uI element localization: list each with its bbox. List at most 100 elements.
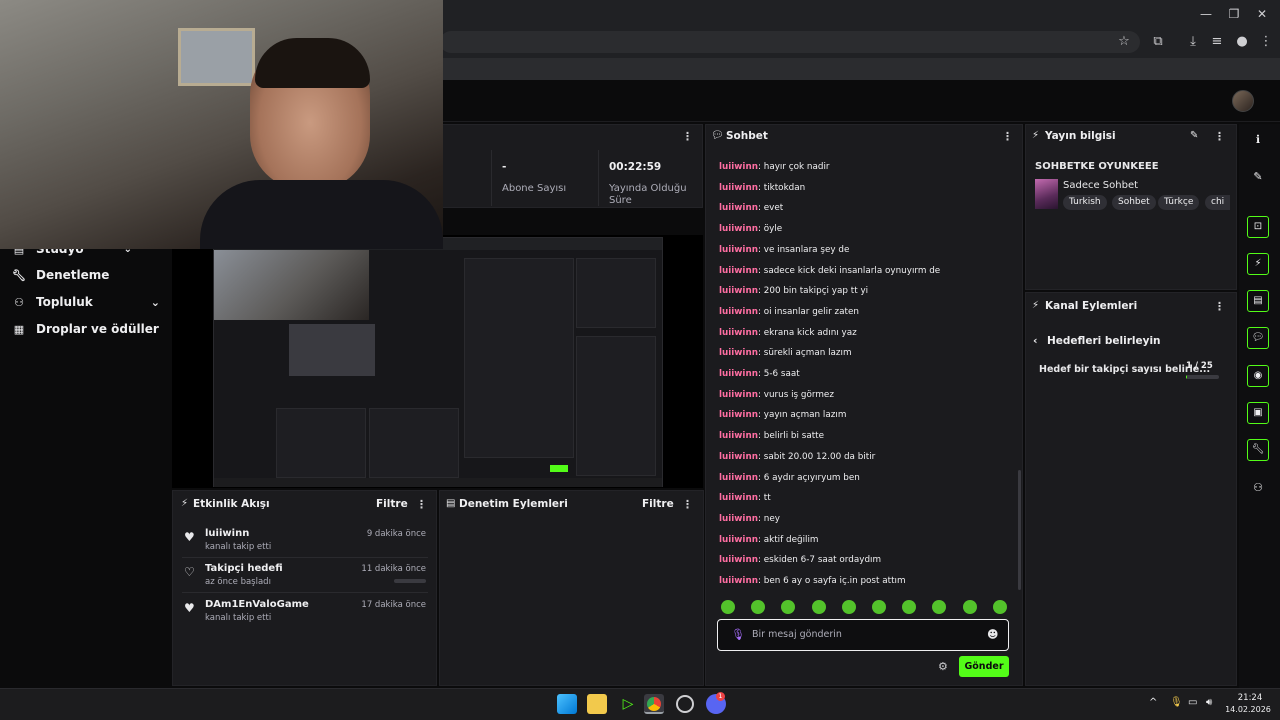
windows-start-icon[interactable] bbox=[557, 694, 577, 714]
chat-username[interactable]: luiiwinn bbox=[719, 286, 758, 296]
stream-tag[interactable]: Sohbet bbox=[1112, 195, 1156, 210]
chat-username[interactable]: luiiwinn bbox=[719, 328, 758, 338]
stats-menu-icon[interactable]: ⋮ bbox=[682, 130, 693, 143]
send-button[interactable]: Gönder bbox=[959, 656, 1009, 677]
chat-message: luiiwinn: tiktokdan bbox=[719, 183, 805, 193]
activity-filter-button[interactable]: Filtre bbox=[376, 498, 408, 510]
chat-username[interactable]: luiiwinn bbox=[719, 307, 758, 317]
chat-text: oi insanlar gelir zaten bbox=[763, 306, 859, 317]
nav-item-community[interactable]: ⚇ Topluluk ⌄ bbox=[12, 291, 160, 313]
chat-username[interactable]: luiiwinn bbox=[719, 535, 758, 545]
volume-icon[interactable]: 🔊︎ bbox=[1206, 697, 1212, 708]
browser-menu-icon[interactable]: ⋮ bbox=[1256, 32, 1276, 52]
follower-goal-label[interactable]: Hedef bir takipçi sayısı belirle... bbox=[1039, 364, 1210, 375]
edit-pencil-icon[interactable]: ✎ bbox=[1247, 166, 1269, 188]
moderation-filter-button[interactable]: Filtre bbox=[642, 498, 674, 510]
chat-username[interactable]: luiiwinn bbox=[719, 390, 758, 400]
user-avatar[interactable] bbox=[1232, 90, 1254, 112]
nav-label: Topluluk bbox=[36, 295, 93, 309]
clock-date[interactable]: 14.02.2026 bbox=[1222, 705, 1274, 714]
tray-chevron-icon[interactable]: ^ bbox=[1149, 697, 1157, 708]
emote-icon[interactable] bbox=[962, 600, 977, 614]
lightning-icon: ⚡︎ bbox=[1032, 130, 1040, 141]
chat-username[interactable]: luiiwinn bbox=[719, 348, 758, 358]
chat-username[interactable]: luiiwinn bbox=[719, 576, 758, 586]
chat-username[interactable]: luiiwinn bbox=[719, 452, 758, 462]
stream-title: SOHBETKE OYUNKEEE bbox=[1035, 161, 1159, 172]
activity-menu-icon[interactable]: ⋮ bbox=[416, 498, 427, 511]
back-arrow-icon[interactable]: ‹ bbox=[1033, 334, 1038, 347]
chat-settings-icon[interactable]: ⚙ bbox=[938, 660, 948, 673]
chat-menu-icon[interactable]: ⋮ bbox=[1002, 130, 1013, 143]
chat-message: luiiwinn: ekrana kick adını yaz bbox=[719, 328, 857, 338]
nav-item-drops[interactable]: ▦ Droplar ve ödüller bbox=[12, 318, 159, 340]
minimize-icon[interactable]: — bbox=[1196, 4, 1216, 24]
nav-item-moderation[interactable]: 🔧︎ Denetleme bbox=[12, 264, 109, 286]
stream-tag[interactable]: chi bbox=[1205, 195, 1231, 210]
download-icon[interactable]: ⤓ bbox=[1183, 32, 1203, 52]
microphone-icon[interactable]: 🎙︎ bbox=[731, 628, 745, 641]
chat-username[interactable]: luiiwinn bbox=[719, 183, 758, 193]
chat-scrollbar[interactable] bbox=[1018, 470, 1021, 590]
community-icon[interactable]: ⚇ bbox=[1247, 477, 1269, 499]
chat-text: sabit 20.00 12.00 da bitir bbox=[763, 451, 876, 462]
chat-username[interactable]: luiiwinn bbox=[719, 162, 758, 172]
stream-tag[interactable]: Türkçe bbox=[1158, 195, 1200, 210]
wrench-icon: 🔧︎ bbox=[12, 268, 26, 282]
chat-username[interactable]: luiiwinn bbox=[719, 203, 758, 213]
stream-tag[interactable]: Turkish bbox=[1063, 195, 1107, 210]
edit-pencil-icon[interactable]: ✎ bbox=[1190, 130, 1198, 141]
chat-username[interactable]: luiiwinn bbox=[719, 266, 758, 276]
monitor-icon[interactable]: ▭ bbox=[1188, 697, 1197, 708]
microphone-tray-icon[interactable]: 🎙︎ bbox=[1170, 697, 1183, 708]
address-bar[interactable] bbox=[440, 31, 1140, 53]
follower-goal-progress bbox=[394, 579, 426, 583]
emote-icon[interactable] bbox=[992, 600, 1007, 614]
chat-text: eskiden 6-7 saat ordaydım bbox=[763, 555, 882, 566]
profile-avatar-icon[interactable]: ● bbox=[1232, 32, 1252, 52]
emote-icon[interactable] bbox=[811, 600, 826, 614]
info-icon[interactable]: ℹ bbox=[1247, 129, 1269, 151]
layout-icon[interactable]: ▣ bbox=[1247, 402, 1269, 424]
obs-icon[interactable] bbox=[676, 695, 694, 713]
broadcast-icon[interactable]: ◉ bbox=[1247, 365, 1269, 387]
play-app-icon[interactable]: ▷ bbox=[618, 694, 638, 714]
stream-info-title: Yayın bilgisi bbox=[1045, 130, 1116, 142]
chat-username[interactable]: luiiwinn bbox=[719, 431, 758, 441]
chat-username[interactable]: luiiwinn bbox=[719, 514, 758, 524]
uptime-label: Yayında Olduğu Süre bbox=[609, 183, 687, 206]
wrench-icon[interactable]: 🔧︎ bbox=[1247, 439, 1269, 461]
emote-icon[interactable] bbox=[721, 600, 735, 614]
heart-outline-icon: ♡ bbox=[184, 565, 195, 579]
chat-username[interactable]: luiiwinn bbox=[719, 555, 758, 565]
chat-bubble-icon[interactable]: 💬︎ bbox=[1247, 327, 1269, 349]
chat-username[interactable]: luiiwinn bbox=[719, 410, 758, 420]
bookmark-star-icon[interactable]: ☆ bbox=[1114, 32, 1134, 52]
chat-username[interactable]: luiiwinn bbox=[719, 369, 758, 379]
stream-info-menu-icon[interactable]: ⋮ bbox=[1214, 130, 1225, 143]
nav-label: Droplar ve ödüller bbox=[36, 322, 159, 336]
chat-message: luiiwinn: aktif değilim bbox=[719, 535, 819, 545]
screenshot-icon[interactable]: ⊡ bbox=[1247, 216, 1269, 238]
stat-divider bbox=[491, 150, 492, 206]
lightning-icon[interactable]: ⚡︎ bbox=[1247, 253, 1269, 275]
emoji-picker-icon[interactable]: ☻ bbox=[987, 628, 998, 641]
document-icon[interactable]: ▤ bbox=[1247, 290, 1269, 312]
media-control-icon[interactable]: ≡ bbox=[1207, 32, 1227, 52]
close-icon[interactable]: ✕ bbox=[1252, 4, 1272, 24]
chat-username[interactable]: luiiwinn bbox=[719, 473, 758, 483]
chat-username[interactable]: luiiwinn bbox=[719, 224, 758, 234]
chat-message: luiiwinn: sadece kick deki insanlarla oy… bbox=[719, 266, 940, 276]
extensions-icon[interactable]: ⧉ bbox=[1148, 32, 1168, 52]
chat-message: luiiwinn: sürekli açman lazım bbox=[719, 348, 852, 358]
maximize-icon[interactable]: ❐ bbox=[1224, 4, 1244, 24]
emote-icon[interactable] bbox=[872, 600, 886, 614]
file-explorer-icon[interactable] bbox=[587, 694, 607, 714]
channel-actions-menu-icon[interactable]: ⋮ bbox=[1214, 300, 1225, 313]
chat-username[interactable]: luiiwinn bbox=[719, 245, 758, 255]
moderation-menu-icon[interactable]: ⋮ bbox=[682, 498, 693, 511]
emote-icon[interactable] bbox=[841, 600, 856, 614]
clock-time[interactable]: 21:24 bbox=[1228, 693, 1272, 703]
chat-username[interactable]: luiiwinn bbox=[719, 493, 758, 503]
activity-item-sub: kanalı takip etti bbox=[205, 613, 272, 623]
